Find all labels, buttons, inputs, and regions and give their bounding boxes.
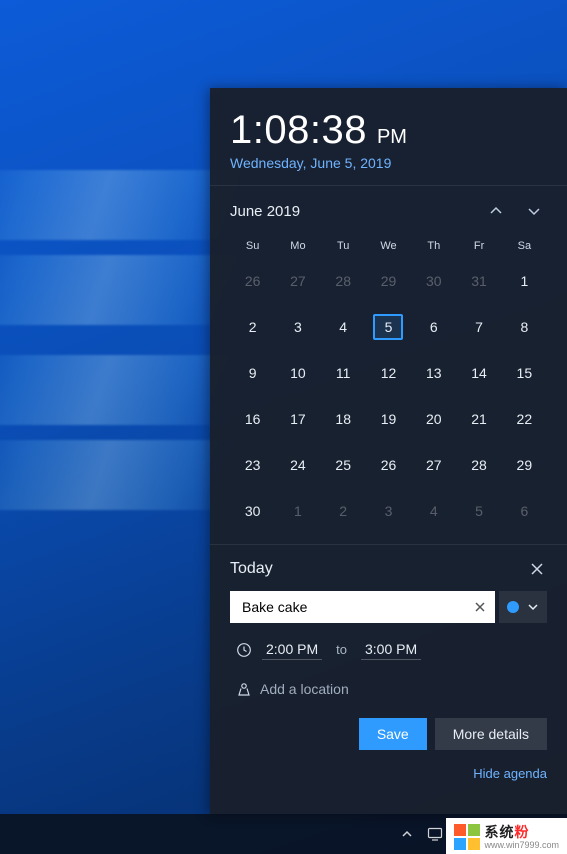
hide-agenda-link[interactable]: Hide agenda bbox=[210, 760, 567, 781]
location-input[interactable] bbox=[258, 680, 547, 698]
calendar-day[interactable]: 1 bbox=[275, 488, 320, 534]
clock-ampm: PM bbox=[377, 126, 407, 149]
calendar-day[interactable]: 6 bbox=[411, 304, 456, 350]
chevron-up-icon bbox=[401, 828, 413, 840]
calendar-day[interactable]: 23 bbox=[230, 442, 275, 488]
tray-overflow-button[interactable] bbox=[398, 825, 416, 843]
event-name-field-wrap bbox=[230, 591, 495, 623]
day-of-week-header: We bbox=[366, 234, 411, 258]
calendar-day[interactable]: 24 bbox=[275, 442, 320, 488]
calendar-day[interactable]: 12 bbox=[366, 350, 411, 396]
calendar-day[interactable]: 26 bbox=[230, 258, 275, 304]
day-of-week-header: Sa bbox=[502, 234, 547, 258]
calendar-day[interactable]: 10 bbox=[275, 350, 320, 396]
day-of-week-header: Th bbox=[411, 234, 456, 258]
calendar-day[interactable]: 5 bbox=[456, 488, 501, 534]
calendar-day[interactable]: 29 bbox=[366, 258, 411, 304]
clock-icon bbox=[230, 642, 258, 658]
calendar-day[interactable]: 17 bbox=[275, 396, 320, 442]
calendar-day[interactable]: 18 bbox=[321, 396, 366, 442]
save-button[interactable]: Save bbox=[359, 718, 427, 750]
hide-agenda-label: Hide agenda bbox=[473, 766, 547, 781]
calendar-day[interactable]: 27 bbox=[275, 258, 320, 304]
event-location-row bbox=[230, 676, 547, 702]
clock-section: 1:08:38 PM Wednesday, June 5, 2019 bbox=[210, 88, 567, 185]
clear-event-name-button[interactable] bbox=[471, 599, 489, 615]
calendar-day[interactable]: 7 bbox=[456, 304, 501, 350]
end-time-picker[interactable]: 3:00 PM bbox=[361, 639, 421, 660]
calendar-day[interactable]: 3 bbox=[275, 304, 320, 350]
location-icon bbox=[230, 681, 258, 697]
calendar-day[interactable]: 8 bbox=[502, 304, 547, 350]
calendar-day[interactable]: 3 bbox=[366, 488, 411, 534]
calendar-day[interactable]: 15 bbox=[502, 350, 547, 396]
chevron-up-icon bbox=[489, 204, 503, 218]
agenda-title: Today bbox=[230, 560, 527, 578]
watermark-text: 系统粉 bbox=[484, 825, 559, 839]
calendar-day[interactable]: 16 bbox=[230, 396, 275, 442]
calendar-section: June 2019 SuMoTuWeThFrSa2627282930311234… bbox=[210, 186, 567, 544]
calendar-day[interactable]: 30 bbox=[411, 258, 456, 304]
calendar-day[interactable]: 14 bbox=[456, 350, 501, 396]
calendar-day[interactable]: 13 bbox=[411, 350, 456, 396]
calendar-flyout: 1:08:38 PM Wednesday, June 5, 2019 June … bbox=[210, 88, 567, 814]
calendar-day[interactable]: 2 bbox=[321, 488, 366, 534]
prev-month-button[interactable] bbox=[483, 198, 509, 224]
event-name-input[interactable] bbox=[240, 590, 471, 624]
watermark-logo bbox=[454, 824, 480, 850]
calendar-color-picker[interactable] bbox=[499, 591, 547, 623]
calendar-day[interactable]: 29 bbox=[502, 442, 547, 488]
network-icon[interactable] bbox=[426, 825, 444, 843]
calendar-day[interactable]: 25 bbox=[321, 442, 366, 488]
event-time-row: 2:00 PM to 3:00 PM bbox=[230, 635, 547, 664]
wallpaper-logo-streaks bbox=[0, 170, 200, 510]
watermark-url: www.win7999.com bbox=[484, 841, 559, 850]
calendar-day[interactable]: 28 bbox=[321, 258, 366, 304]
month-label[interactable]: June 2019 bbox=[230, 203, 471, 220]
more-details-button[interactable]: More details bbox=[435, 718, 547, 750]
calendar-day[interactable]: 31 bbox=[456, 258, 501, 304]
calendar-day[interactable]: 20 bbox=[411, 396, 456, 442]
calendar-day[interactable]: 9 bbox=[230, 350, 275, 396]
calendar-color-dot bbox=[507, 601, 519, 613]
day-of-week-header: Tu bbox=[321, 234, 366, 258]
calendar-day[interactable]: 22 bbox=[502, 396, 547, 442]
calendar-day[interactable]: 11 bbox=[321, 350, 366, 396]
calendar-day[interactable]: 28 bbox=[456, 442, 501, 488]
day-of-week-header: Fr bbox=[456, 234, 501, 258]
clock-date-link[interactable]: Wednesday, June 5, 2019 bbox=[230, 155, 547, 171]
calendar-day[interactable]: 5 bbox=[366, 304, 411, 350]
monitor-icon bbox=[427, 827, 443, 841]
calendar-day[interactable]: 19 bbox=[366, 396, 411, 442]
calendar-grid: SuMoTuWeThFrSa26272829303112345678910111… bbox=[230, 234, 547, 534]
next-month-button[interactable] bbox=[521, 198, 547, 224]
calendar-day[interactable]: 27 bbox=[411, 442, 456, 488]
chevron-down-icon bbox=[527, 204, 541, 218]
calendar-day[interactable]: 4 bbox=[411, 488, 456, 534]
agenda-section: Today 2:00 PM to 3:00 PM bbox=[210, 545, 567, 760]
calendar-day[interactable]: 30 bbox=[230, 488, 275, 534]
close-icon bbox=[531, 563, 543, 575]
close-event-button[interactable] bbox=[527, 559, 547, 579]
clear-icon bbox=[475, 602, 485, 612]
calendar-day[interactable]: 6 bbox=[502, 488, 547, 534]
clock-time: 1:08:38 bbox=[230, 108, 367, 153]
time-to-label: to bbox=[336, 642, 347, 657]
calendar-day[interactable]: 26 bbox=[366, 442, 411, 488]
start-time-picker[interactable]: 2:00 PM bbox=[262, 639, 322, 660]
day-of-week-header: Mo bbox=[275, 234, 320, 258]
watermark: 系统粉 www.win7999.com bbox=[446, 818, 567, 854]
day-of-week-header: Su bbox=[230, 234, 275, 258]
calendar-day[interactable]: 21 bbox=[456, 396, 501, 442]
calendar-day[interactable]: 1 bbox=[502, 258, 547, 304]
chevron-down-icon bbox=[527, 601, 539, 613]
calendar-day[interactable]: 2 bbox=[230, 304, 275, 350]
calendar-day[interactable]: 4 bbox=[321, 304, 366, 350]
